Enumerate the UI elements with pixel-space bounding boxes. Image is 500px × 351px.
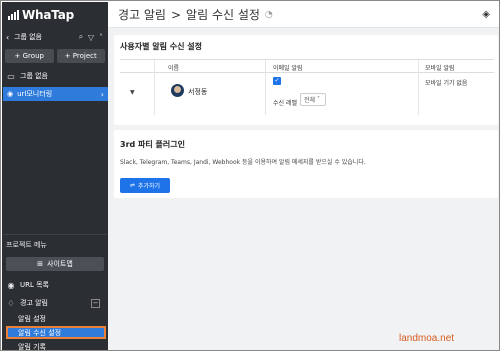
- expand-icon[interactable]: ▼: [130, 89, 135, 96]
- globe-icon: ◉: [7, 90, 14, 98]
- level-select-value: 전체: [304, 97, 316, 104]
- sidebar-item-folder[interactable]: ▭ 그룹 없음: [6, 69, 106, 83]
- sitemap-button[interactable]: ⊞ 사이트맵: [6, 257, 104, 271]
- breadcrumb-separator: >: [170, 7, 182, 22]
- group-selector-label: 그룹 없음: [14, 33, 42, 41]
- sitemap-label: 사이트맵: [47, 260, 73, 268]
- project-menu-title: 프로젝트 메뉴: [6, 241, 47, 249]
- filter-icon[interactable]: ▽: [86, 33, 96, 42]
- sidebar: WhaTap ‹ 그룹 없음 ⌕ ▽ ˄ + Group + Project ▭…: [2, 2, 108, 350]
- chevron-down-icon: ˅: [317, 96, 321, 103]
- add-plugin-button[interactable]: ⇌ 추가하기: [120, 178, 170, 193]
- user-name: 서정동: [188, 88, 208, 96]
- table-row: ▼ 서정동 ✓ 수신 레벨 전체 ˅ 모바일 기기 없음: [120, 73, 494, 115]
- level-select[interactable]: 전체 ˅: [300, 93, 326, 106]
- bell-icon: ♢: [7, 298, 15, 308]
- logo-icon: [8, 10, 19, 20]
- clock-icon[interactable]: ◔: [265, 10, 273, 20]
- card-title: 3rd 파티 플러그인: [120, 140, 185, 149]
- app-frame: WhaTap ‹ 그룹 없음 ⌕ ▽ ˄ + Group + Project ▭…: [0, 0, 500, 351]
- column-header-email: 이메일 알림: [273, 65, 303, 72]
- globe-icon: ◉: [7, 280, 15, 290]
- sidebar-item-label: url모니터링: [17, 90, 53, 98]
- paint-bucket-icon[interactable]: ◈: [482, 9, 490, 20]
- sidebar-item-active-project[interactable]: ◉ url모니터링 ›: [3, 87, 108, 101]
- sidebar-item-url-list[interactable]: ◉ URL 목록: [6, 278, 106, 292]
- add-plugin-label: 추가하기: [137, 183, 161, 190]
- card-title: 사용자별 알림 수신 설정: [120, 42, 202, 51]
- search-icon[interactable]: ⌕: [76, 32, 86, 42]
- add-buttons: + Group + Project: [5, 49, 105, 63]
- logo[interactable]: WhaTap: [8, 7, 74, 23]
- table-header: 이름 이메일 알림 모바일 알림: [120, 59, 494, 73]
- sidebar-item-label: URL 목록: [20, 281, 49, 289]
- chevron-left-icon[interactable]: ‹: [6, 33, 14, 42]
- column-header-name: 이름: [168, 65, 180, 72]
- breadcrumb-parent[interactable]: 경고 알림: [118, 6, 166, 23]
- chevron-up-icon[interactable]: ˄: [96, 33, 106, 42]
- mobile-status: 모바일 기기 없음: [425, 80, 468, 87]
- column-header-mobile: 모바일 알림: [425, 65, 455, 72]
- collapse-icon[interactable]: −: [91, 298, 100, 308]
- breadcrumb: 경고 알림 > 알림 수신 설정 ◔: [118, 6, 273, 23]
- sidebar-subitem-alert-receive[interactable]: 알림 수신 설정: [6, 326, 106, 339]
- plugin-add-icon: ⇌: [129, 182, 135, 189]
- sidebar-item-label: 그룹 없음: [20, 72, 48, 80]
- user-alert-settings-card: 사용자별 알림 수신 설정 이름 이메일 알림 모바일 알림 ▼ 서정동 ✓ 수…: [114, 35, 498, 125]
- chevron-right-icon: ›: [100, 89, 104, 99]
- sidebar-subitem-alert-settings[interactable]: 알림 설정: [18, 314, 46, 324]
- sidebar-subitem-alert-history[interactable]: 알림 기록: [18, 342, 46, 350]
- sidebar-item-label: 경고 알림: [20, 299, 48, 307]
- main-content: 경고 알림 > 알림 수신 설정 ◔ ◈ 사용자별 알림 수신 설정 이름 이메…: [108, 2, 499, 350]
- plugin-card: 3rd 파티 플러그인 Slack, Telegram, Teams, Jand…: [114, 130, 498, 198]
- page-title: 알림 수신 설정: [186, 8, 260, 22]
- watermark: landmoa.net: [399, 333, 455, 344]
- plugin-description: Slack, Telegram, Teams, Jandi, Webhook 등…: [120, 159, 366, 166]
- sidebar-item-alert[interactable]: ♢ 경고 알림 −: [6, 296, 106, 310]
- header: 경고 알림 > 알림 수신 설정 ◔ ◈: [108, 2, 499, 28]
- folder-icon: ▭: [7, 71, 15, 81]
- divider: [3, 234, 107, 235]
- level-label: 수신 레벨: [273, 100, 297, 107]
- logo-text: WhaTap: [22, 8, 75, 22]
- add-project-button[interactable]: + Project: [56, 49, 105, 63]
- email-alert-checkbox[interactable]: ✓: [273, 77, 281, 85]
- group-selector[interactable]: ‹ 그룹 없음 ⌕ ▽ ˄: [6, 30, 106, 44]
- sitemap-icon: ⊞: [37, 260, 44, 268]
- avatar: [171, 84, 184, 97]
- add-group-button[interactable]: + Group: [5, 49, 54, 63]
